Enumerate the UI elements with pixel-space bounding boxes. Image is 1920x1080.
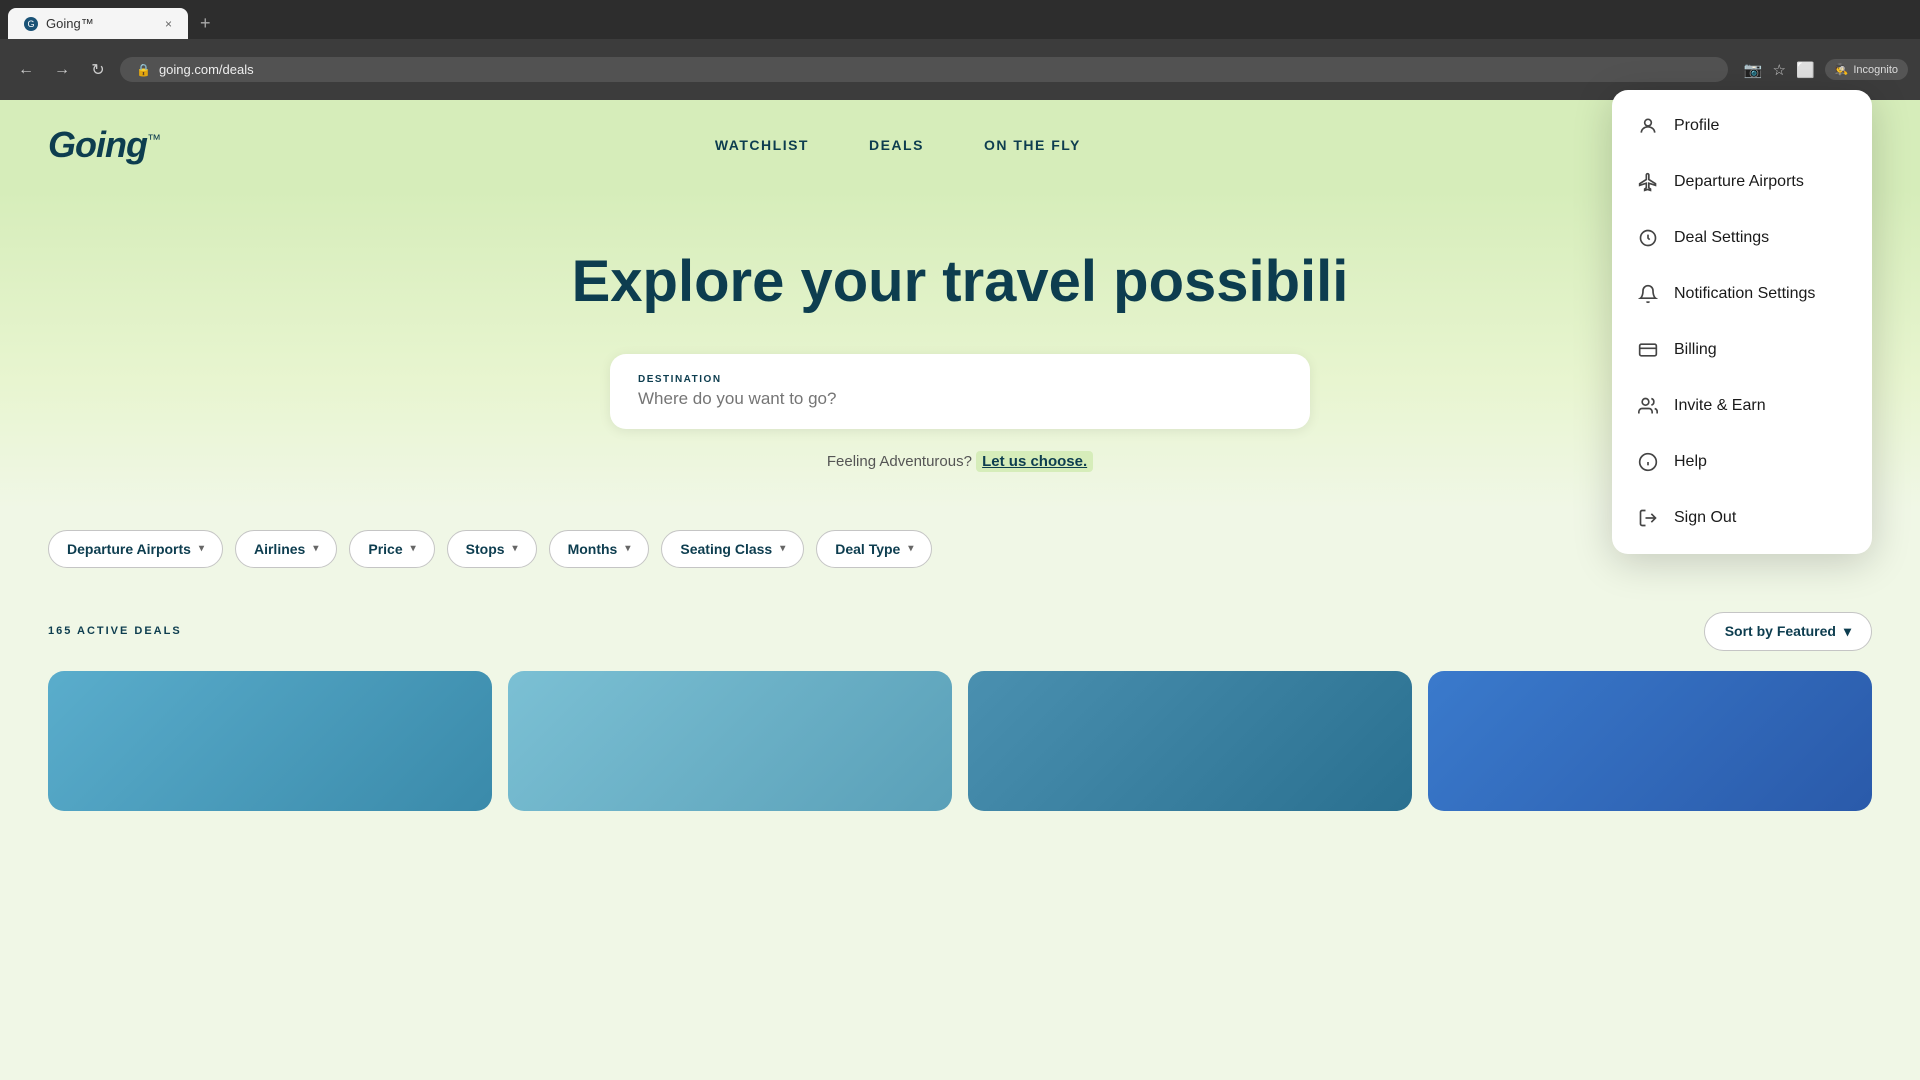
notification-settings-label: Notification Settings (1674, 285, 1815, 303)
deals-header: 165 ACTIVE DEALS Sort by Featured ▾ (48, 612, 1872, 651)
dropdown-item-profile[interactable]: Profile (1612, 98, 1872, 154)
tab-title: Going™ (46, 16, 94, 31)
search-bar: DESTINATION (610, 354, 1310, 429)
stops-label: Stops (466, 541, 505, 557)
sort-chevron: ▾ (1844, 623, 1851, 640)
deal-card-3[interactable] (968, 671, 1412, 811)
destination-input[interactable] (638, 389, 1282, 409)
deal-card-2[interactable] (508, 671, 952, 811)
filter-price[interactable]: Price ▾ (349, 530, 434, 568)
incognito-icon: 🕵 (1835, 63, 1849, 76)
let-us-choose-link[interactable]: Let us choose. (976, 451, 1093, 472)
dropdown-item-billing[interactable]: Billing (1612, 322, 1872, 378)
filter-seating-class[interactable]: Seating Class ▾ (661, 530, 804, 568)
seating-class-label: Seating Class (680, 541, 772, 557)
dropdown-item-help[interactable]: Help (1612, 434, 1872, 490)
address-bar[interactable]: 🔒 going.com/deals (120, 57, 1728, 82)
billing-label: Billing (1674, 341, 1717, 359)
departure-airports-label: Departure Airports (67, 541, 191, 557)
deal-type-chevron: ▾ (908, 543, 913, 554)
invite-earn-icon (1636, 394, 1660, 418)
notification-settings-icon (1636, 282, 1660, 306)
incognito-badge: 🕵 Incognito (1825, 59, 1908, 80)
departure-airports-icon (1636, 170, 1660, 194)
url-text: going.com/deals (159, 62, 254, 77)
airlines-chevron: ▾ (313, 543, 318, 554)
browser-tabs: G Going™ × + (0, 0, 1920, 39)
active-tab[interactable]: G Going™ × (8, 8, 188, 39)
deal-settings-icon (1636, 226, 1660, 250)
destination-label: DESTINATION (638, 374, 1282, 385)
departure-airports-menu-label: Departure Airports (1674, 173, 1804, 191)
profile-label: Profile (1674, 117, 1719, 135)
hero-title: Explore your travel possibili (48, 250, 1872, 314)
deals-section: 165 ACTIVE DEALS Sort by Featured ▾ (0, 588, 1920, 835)
bookmark-star-icon[interactable]: ☆ (1773, 61, 1786, 79)
sort-label: Sort by Featured (1725, 623, 1836, 639)
price-label: Price (368, 541, 402, 557)
sign-out-label: Sign Out (1674, 509, 1736, 527)
deal-type-label: Deal Type (835, 541, 900, 557)
dropdown-item-deal-settings[interactable]: Deal Settings (1612, 210, 1872, 266)
deal-card-1[interactable] (48, 671, 492, 811)
profile-icon (1636, 114, 1660, 138)
dropdown-item-departure-airports[interactable]: Departure Airports (1612, 154, 1872, 210)
incognito-label: Incognito (1853, 64, 1898, 76)
adventurous-text: Feeling Adventurous? Let us choose. (48, 453, 1872, 470)
departure-airports-chevron: ▾ (199, 543, 204, 554)
invite-earn-label: Invite & Earn (1674, 397, 1766, 415)
device-icon[interactable]: ⬜ (1796, 61, 1815, 79)
deal-cards (48, 671, 1872, 811)
billing-icon (1636, 338, 1660, 362)
months-chevron: ▾ (625, 543, 630, 554)
forward-btn[interactable]: → (48, 56, 76, 84)
filter-stops[interactable]: Stops ▾ (447, 530, 537, 568)
help-label: Help (1674, 453, 1707, 471)
stops-chevron: ▾ (513, 543, 518, 554)
reload-btn[interactable]: ↻ (84, 56, 112, 84)
tab-favicon: G (24, 17, 38, 31)
lock-icon: 🔒 (136, 63, 151, 77)
browser-chrome: G Going™ × + ← → ↻ 🔒 going.com/deals 📷 ☆… (0, 0, 1920, 100)
seating-class-chevron: ▾ (780, 543, 785, 554)
camera-icon[interactable]: 📷 (1744, 61, 1763, 79)
new-tab-btn[interactable]: + (192, 9, 219, 38)
deals-count: 165 ACTIVE DEALS (48, 625, 182, 637)
nav-on-the-fly[interactable]: ON THE FLY (984, 137, 1081, 153)
help-icon (1636, 450, 1660, 474)
nav-right: 📷 ☆ ⬜ 🕵 Incognito (1744, 59, 1908, 80)
months-label: Months (568, 541, 618, 557)
deal-settings-label: Deal Settings (1674, 229, 1769, 247)
dropdown-item-notification-settings[interactable]: Notification Settings (1612, 266, 1872, 322)
user-dropdown-menu: Profile Departure Airports Deal Settings… (1612, 90, 1872, 554)
filter-departure-airports[interactable]: Departure Airports ▾ (48, 530, 223, 568)
sign-out-icon (1636, 506, 1660, 530)
deal-card-4[interactable] (1428, 671, 1872, 811)
airlines-label: Airlines (254, 541, 305, 557)
dropdown-item-sign-out[interactable]: Sign Out (1612, 490, 1872, 546)
nav-watchlist[interactable]: WATCHLIST (715, 137, 809, 153)
back-btn[interactable]: ← (12, 56, 40, 84)
main-nav: WATCHLIST DEALS ON THE FLY (715, 137, 1081, 153)
filter-airlines[interactable]: Airlines ▾ (235, 530, 337, 568)
filter-months[interactable]: Months ▾ (549, 530, 650, 568)
site-logo[interactable]: Going™ (48, 124, 160, 166)
dropdown-item-invite-earn[interactable]: Invite & Earn (1612, 378, 1872, 434)
tab-close-btn[interactable]: × (165, 17, 172, 31)
filter-deal-type[interactable]: Deal Type ▾ (816, 530, 932, 568)
nav-deals[interactable]: DEALS (869, 137, 924, 153)
sort-btn[interactable]: Sort by Featured ▾ (1704, 612, 1872, 651)
price-chevron: ▾ (411, 543, 416, 554)
